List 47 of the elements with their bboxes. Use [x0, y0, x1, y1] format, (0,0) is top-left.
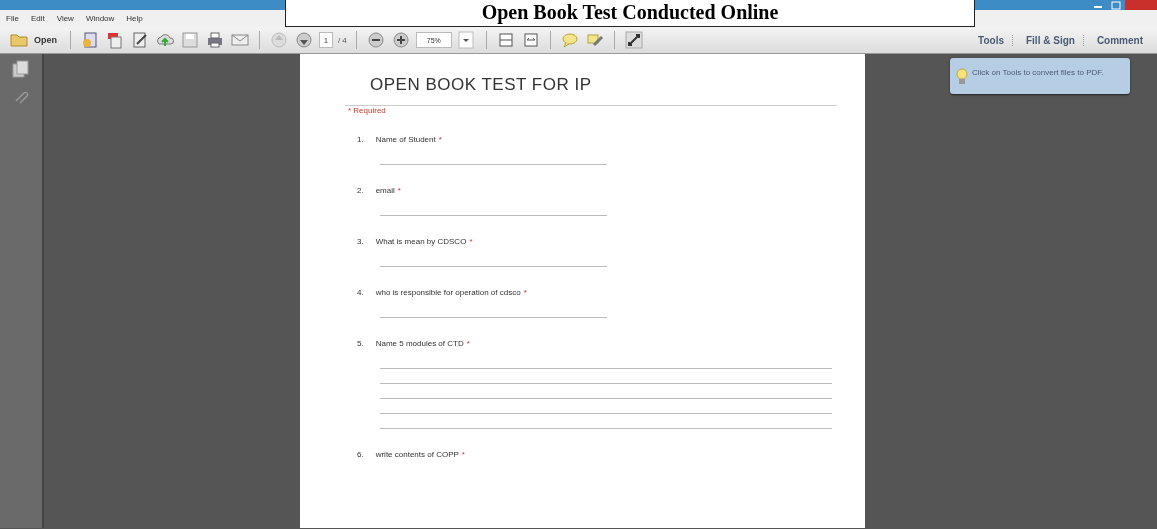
- form-title: OPEN BOOK TEST FOR IP: [369, 75, 593, 95]
- question-number: 1.: [357, 135, 364, 144]
- dropdown-caret-icon[interactable]: [456, 30, 477, 50]
- expand-icon[interactable]: [623, 30, 644, 50]
- zoom-in-icon[interactable]: [390, 30, 411, 50]
- question-number: 4.: [357, 288, 364, 297]
- required-mark: *: [466, 339, 470, 348]
- question-number: 3.: [357, 237, 364, 246]
- caption: Open Book Test Conducted Online: [285, 0, 975, 27]
- save-icon[interactable]: [180, 30, 200, 50]
- required-mark: *: [397, 186, 401, 195]
- menu-item[interactable]: File: [6, 14, 19, 23]
- edit-document-icon[interactable]: [130, 30, 150, 50]
- page-thumbnails-icon[interactable]: [12, 60, 30, 78]
- required-mark: *: [438, 135, 442, 144]
- panel-link[interactable]: Fill & Sign: [1018, 34, 1084, 46]
- menu-item[interactable]: View: [56, 14, 74, 23]
- panel-link[interactable]: Comment: [1088, 34, 1151, 46]
- page-count: / 4: [337, 35, 347, 45]
- print-icon[interactable]: [205, 30, 225, 50]
- tip-text: Click on Tools to convert files to PDF.: [972, 68, 1104, 79]
- question-number: 6.: [357, 450, 364, 459]
- menu-item[interactable]: Edit: [30, 14, 45, 23]
- question-text: who is responsible for operation of cdsco: [375, 288, 521, 297]
- question-text: write contents of COPP: [375, 450, 459, 459]
- required-mark: *: [469, 237, 473, 246]
- create-pdf-icon[interactable]: [80, 30, 100, 50]
- question-text: email: [375, 186, 395, 195]
- required-mark: *: [523, 288, 527, 297]
- lightbulb-icon: [956, 68, 968, 86]
- required-note: * Required: [348, 106, 387, 115]
- folder-icon: [10, 33, 28, 47]
- comment-bubble-icon[interactable]: [559, 30, 580, 50]
- panel-link[interactable]: Tools: [970, 34, 1013, 46]
- menu-item[interactable]: Window: [85, 14, 115, 23]
- question-number: 2.: [357, 186, 364, 195]
- open-button[interactable]: Open: [6, 33, 61, 47]
- menu-item[interactable]: Help: [126, 14, 143, 23]
- question-text: What is mean by CDSCO: [375, 237, 467, 246]
- question-text: Name of Student: [375, 135, 436, 144]
- question-number: 5.: [357, 339, 364, 348]
- previous-page-icon[interactable]: [269, 30, 289, 50]
- question-text: Name 5 modules of CTD: [375, 339, 464, 348]
- required-mark: *: [461, 450, 465, 459]
- zoom-out-icon[interactable]: [365, 30, 386, 50]
- combine-files-icon[interactable]: [105, 30, 125, 50]
- next-page-icon[interactable]: [294, 30, 314, 50]
